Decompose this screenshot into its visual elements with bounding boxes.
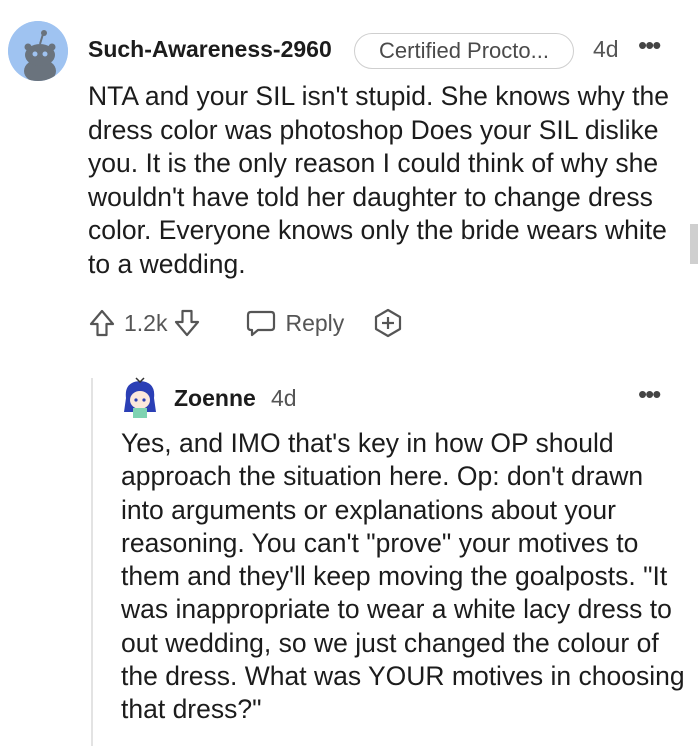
- comment-actions-bar: 1.2k Reply: [88, 305, 404, 341]
- reply-username[interactable]: Zoenne: [174, 385, 256, 412]
- downvote-icon: [175, 309, 200, 337]
- user-flair-badge: Certified Procto...: [354, 33, 574, 69]
- reddit-snoo-avatar-icon: [8, 21, 68, 81]
- scrollbar-thumb[interactable]: [690, 224, 698, 264]
- flair-text: Certified Procto...: [379, 38, 549, 63]
- more-options-button[interactable]: •••: [638, 30, 661, 61]
- reply-more-options-button[interactable]: •••: [638, 379, 661, 410]
- anime-avatar-icon: [124, 377, 156, 418]
- vote-count: 1.2k: [124, 309, 168, 336]
- award-add-icon: [375, 308, 402, 338]
- user-avatar[interactable]: [8, 21, 68, 81]
- reply-label: Reply: [285, 309, 345, 336]
- upvote-button[interactable]: [88, 308, 116, 338]
- downvote-button[interactable]: [173, 308, 201, 338]
- reply-timestamp: 4d: [271, 385, 297, 411]
- award-button[interactable]: [372, 307, 404, 339]
- comment-body: NTA and your SIL isn't stupid. She knows…: [88, 81, 669, 279]
- thread-line[interactable]: [91, 378, 93, 746]
- reply-icon: [247, 310, 276, 337]
- comment-timestamp: 4d: [593, 36, 619, 62]
- comment-username[interactable]: Such-Awareness-2960: [88, 36, 332, 63]
- reply-body: Yes, and IMO that's key in how OP should…: [121, 428, 685, 725]
- upvote-icon: [89, 309, 115, 337]
- reply-button[interactable]: Reply: [245, 308, 344, 338]
- reply-avatar[interactable]: [120, 376, 160, 418]
